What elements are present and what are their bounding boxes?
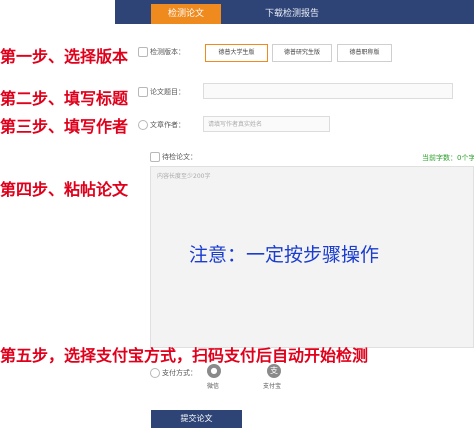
step-3-text: 第三步、填写作者 xyxy=(0,117,129,136)
payment-label: 支付方式： xyxy=(162,369,197,377)
tab-detect-paper[interactable]: 检测论文 xyxy=(151,4,221,24)
step-1-text: 第一步、选择版本 xyxy=(0,47,129,66)
user-icon xyxy=(138,120,148,130)
wechat-pay-label: 微信 xyxy=(207,383,220,390)
paper-icon xyxy=(150,152,160,162)
step-5-text: 第五步，选择支付宝方式，扫码支付后自动开始检测 xyxy=(0,346,369,365)
title-input[interactable] xyxy=(203,83,453,99)
version-title-button[interactable]: 德普职称版 xyxy=(337,44,392,62)
author-label: 文章作者： xyxy=(150,121,185,129)
checkbox-icon xyxy=(138,47,148,57)
version-undergrad-button[interactable]: 德普大学生版 xyxy=(205,44,268,62)
alipay-icon[interactable]: 支 xyxy=(267,364,281,378)
tab-download-report[interactable]: 下载检测报告 xyxy=(222,4,362,24)
word-count: 当前字数：0个字 xyxy=(422,154,474,162)
content-placeholder: 内容长度至少200字 xyxy=(157,173,211,180)
alipay-label: 支付宝 xyxy=(263,383,282,390)
author-input[interactable]: 请填写作者真实姓名 xyxy=(203,116,330,132)
location-icon xyxy=(150,368,160,378)
version-label: 检测版本： xyxy=(150,48,185,56)
wechat-pay-icon[interactable]: ● xyxy=(207,364,221,378)
document-icon xyxy=(138,87,148,97)
title-label: 论文题目： xyxy=(150,88,185,96)
step-2-text: 第二步、填写标题 xyxy=(0,89,129,108)
step-4-text: 第四步、粘帖论文 xyxy=(0,180,129,199)
instruction-note: 注意：一定按步骤操作 xyxy=(189,244,380,266)
submit-paper-button[interactable]: 提交论文 xyxy=(151,410,242,428)
content-label: 待检论文： xyxy=(162,153,197,161)
version-graduate-button[interactable]: 德普研究生版 xyxy=(272,44,332,62)
